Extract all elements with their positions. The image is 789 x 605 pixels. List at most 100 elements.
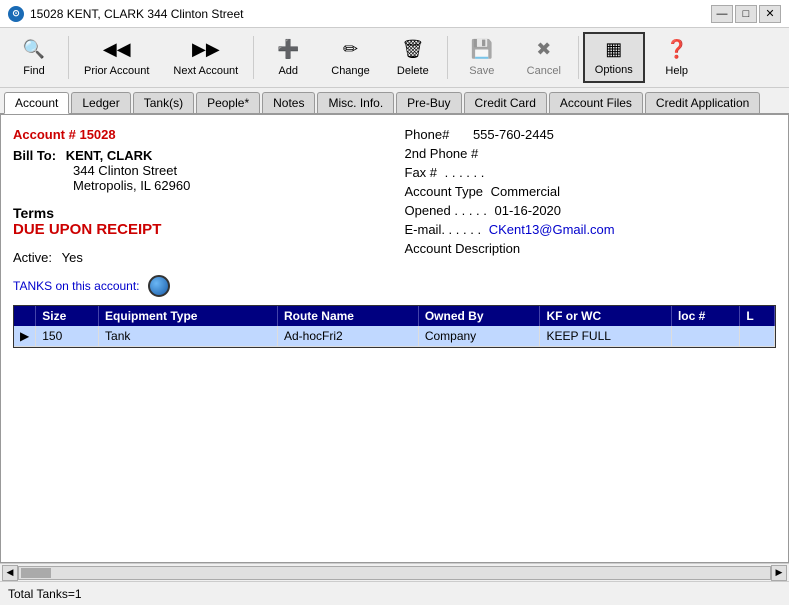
help-button[interactable]: ❓Help (647, 32, 707, 83)
save-label: Save (469, 65, 494, 78)
prior-account-button[interactable]: ◀◀ Prior Account (73, 32, 160, 83)
bill-to-section: Bill To: KENT, CLARK 344 Clinton Street … (13, 148, 375, 193)
add-button[interactable]: ➕Add (258, 32, 318, 83)
fax-row: Fax # . . . . . . (405, 165, 777, 180)
find-label: Find (23, 65, 44, 78)
options-icon: ▦ (600, 38, 628, 62)
tab-credit-application[interactable]: Credit Application (645, 92, 760, 113)
cell-equipment-type: Tank (99, 326, 278, 347)
bill-to-name-row: Bill To: KENT, CLARK (13, 148, 375, 163)
terms-value: DUE UPON RECEIPT (13, 221, 375, 238)
window-title: 15028 KENT, CLARK 344 Clinton Street (30, 7, 243, 21)
find-icon: 🔍 (20, 37, 48, 63)
cell-owned-by: Company (418, 326, 540, 347)
save-button: 💾 Save (452, 32, 512, 83)
add-icon: ➕ (274, 37, 302, 63)
scroll-thumb[interactable] (21, 568, 51, 578)
tank-table-header-row: Size Equipment Type Route Name Owned By … (14, 306, 775, 326)
change-label: Change (331, 65, 370, 78)
options-button[interactable]: ▦ Options (583, 32, 645, 83)
maximize-button[interactable]: □ (735, 5, 757, 23)
table-row[interactable]: ▶150TankAd-hocFri2CompanyKEEP FULL (14, 326, 775, 347)
tank-table-header: Size Equipment Type Route Name Owned By … (14, 306, 775, 326)
cell-kf-wc: KEEP FULL (540, 326, 671, 347)
phone2-row: 2nd Phone # (405, 146, 777, 161)
account-type-row: Account Type Commercial (405, 184, 777, 199)
right-panel: Phone# 555-760-2445 2nd Phone # Fax # . … (395, 127, 777, 297)
active-label: Active: (13, 250, 52, 265)
delete-icon: 🗑 (399, 37, 427, 63)
save-icon: 💾 (468, 37, 496, 63)
toolbar: 🔍 Find ◀◀ Prior Account ▶▶Next Account➕Add ✏ C… (0, 28, 789, 88)
cell-loc-num (671, 326, 739, 347)
scroll-left-arrow[interactable]: ◀ (2, 565, 18, 581)
options-label: Options (595, 64, 633, 77)
content-grid: Account # 15028 Bill To: KENT, CLARK 344… (13, 127, 776, 297)
tanks-section: TANKS on this account: (13, 275, 375, 297)
phone2-label: 2nd Phone # (405, 146, 479, 161)
cell-l (740, 326, 775, 347)
bill-to-address2: Metropolis, IL 62960 (73, 178, 375, 193)
tab-tanks[interactable]: Tank(s) (133, 92, 194, 113)
horizontal-scrollbar[interactable] (18, 566, 771, 580)
tabs: AccountLedgerTank(s)People*NotesMisc. In… (0, 88, 789, 114)
title-bar-controls: — □ ✕ (711, 5, 781, 23)
email-label: E-mail. . . . . . (405, 222, 482, 237)
delete-button[interactable]: 🗑 Delete (383, 32, 443, 83)
fax-label: Fax # (405, 165, 438, 180)
account-number-row: Account # 15028 (13, 127, 375, 142)
change-icon: ✏ (337, 37, 365, 63)
col-l: L (740, 306, 775, 326)
help-label: Help (665, 65, 688, 78)
cancel-icon: ✖ (530, 37, 558, 63)
col-route-name: Route Name (277, 306, 418, 326)
fax-value: . . . . . . (445, 165, 485, 180)
app-icon: ⊙ (8, 6, 24, 22)
description-row: Account Description (405, 241, 777, 256)
find-button[interactable]: 🔍 Find (4, 32, 64, 83)
change-button[interactable]: ✏ Change (320, 32, 381, 83)
phone-value: 555-760-2445 (473, 127, 554, 142)
cancel-button: ✖Cancel (514, 32, 574, 83)
tab-people[interactable]: People* (196, 92, 260, 113)
terms-label: Terms (13, 205, 375, 221)
status-text: Total Tanks=1 (8, 587, 82, 601)
col-owned-by: Owned By (418, 306, 540, 326)
tab-ledger[interactable]: Ledger (71, 92, 130, 113)
tab-misc-info[interactable]: Misc. Info. (317, 92, 394, 113)
opened-row: Opened . . . . . 01-16-2020 (405, 203, 777, 218)
email-row: E-mail. . . . . . CKent13@Gmail.com (405, 222, 777, 237)
scroll-area: ◀ ▶ (0, 563, 789, 581)
title-bar-left: ⊙ 15028 KENT, CLARK 344 Clinton Street (8, 6, 243, 22)
delete-label: Delete (397, 65, 429, 78)
opened-label: Opened . . . . . (405, 203, 487, 218)
tanks-label: TANKS on this account: (13, 279, 140, 293)
bill-to-label: Bill To: (13, 148, 56, 163)
tab-credit-card[interactable]: Credit Card (464, 92, 547, 113)
next-account-button[interactable]: ▶▶Next Account (162, 32, 249, 83)
prior-account-icon: ◀◀ (103, 37, 131, 63)
col-loc-num: loc # (671, 306, 739, 326)
prior-account-label: Prior Account (84, 65, 149, 78)
globe-icon[interactable] (148, 275, 170, 297)
account-number-value: 15028 (79, 127, 115, 142)
main-content: Account # 15028 Bill To: KENT, CLARK 344… (0, 114, 789, 563)
account-type-value: Commercial (491, 184, 560, 199)
tab-notes[interactable]: Notes (262, 92, 315, 113)
col-equipment-type: Equipment Type (99, 306, 278, 326)
scroll-right-arrow[interactable]: ▶ (771, 565, 787, 581)
close-button[interactable]: ✕ (759, 5, 781, 23)
minimize-button[interactable]: — (711, 5, 733, 23)
account-type-label: Account Type (405, 184, 484, 199)
tab-account-files[interactable]: Account Files (549, 92, 643, 113)
status-bar: Total Tanks=1 (0, 581, 789, 605)
tab-account[interactable]: Account (4, 92, 69, 114)
col-kf-wc: KF or WC (540, 306, 671, 326)
tab-pre-buy[interactable]: Pre-Buy (396, 92, 461, 113)
account-number-label: Account # (13, 127, 76, 142)
row-indicator: ▶ (14, 326, 36, 347)
title-bar: ⊙ 15028 KENT, CLARK 344 Clinton Street —… (0, 0, 789, 28)
tank-table: Size Equipment Type Route Name Owned By … (14, 306, 775, 347)
left-panel: Account # 15028 Bill To: KENT, CLARK 344… (13, 127, 395, 297)
active-value: Yes (62, 250, 83, 265)
